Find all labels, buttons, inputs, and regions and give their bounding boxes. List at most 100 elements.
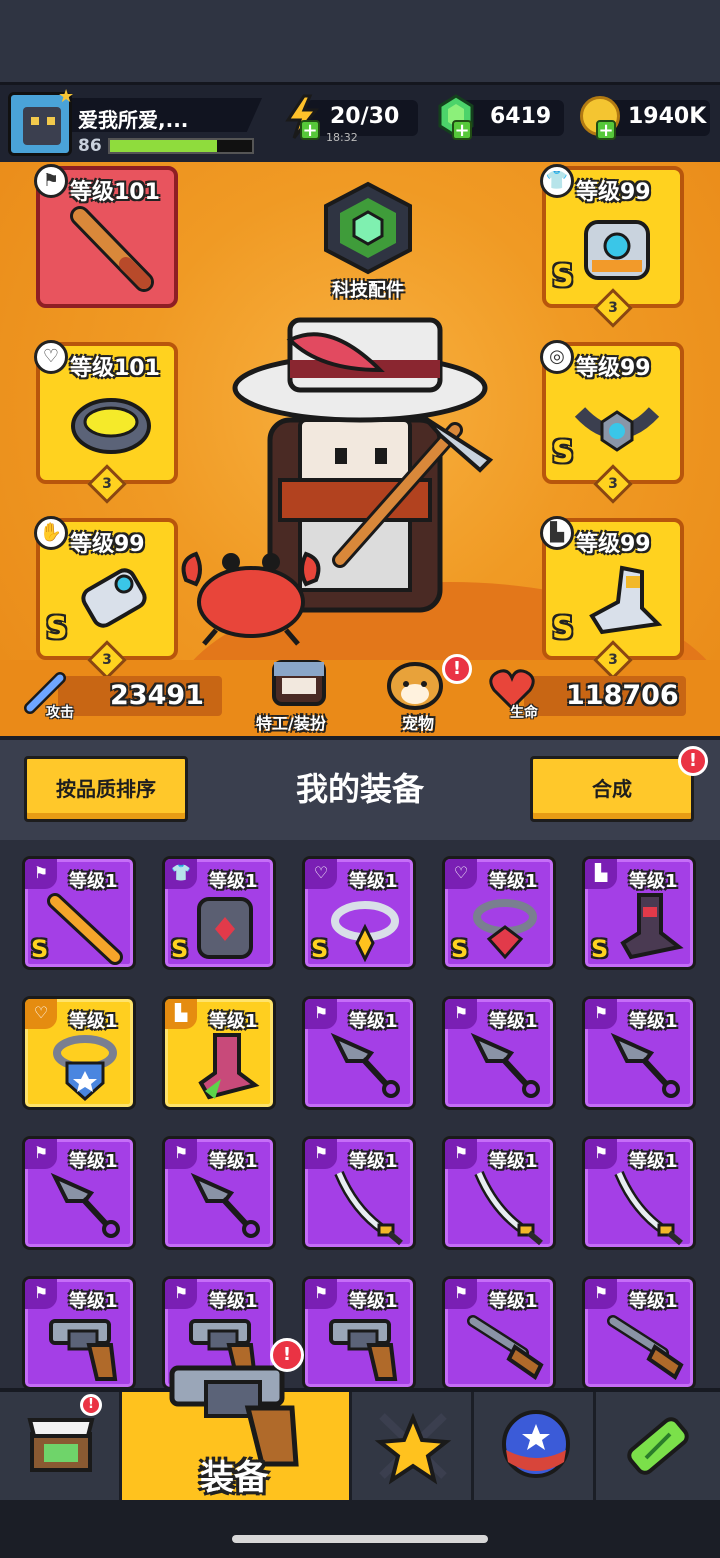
coin-plus-icon[interactable]: + xyxy=(596,120,616,140)
gem-plus-icon[interactable]: + xyxy=(452,120,472,140)
home-indicator[interactable] xyxy=(232,1535,488,1543)
bat-icon xyxy=(70,206,154,292)
slot-level: 等级99 xyxy=(576,180,651,205)
necklace-shield-icon xyxy=(53,1035,117,1102)
item-type-icon: 👕 xyxy=(165,859,197,889)
item-type-icon: ♡ xyxy=(25,999,57,1029)
item-type-icon: ⚑ xyxy=(305,1279,337,1309)
necklace-icon xyxy=(331,901,399,963)
inventory-item-katana[interactable]: ⚑ 等级1 xyxy=(302,1136,416,1250)
belt-type-icon: ◎ xyxy=(540,340,574,374)
inventory-item-shotgun[interactable]: ⚑ 等级1 xyxy=(442,1276,556,1390)
tech-parts-label: 科技配件 xyxy=(332,280,404,301)
inventory-item-kunai[interactable]: ⚑ 等级1 xyxy=(582,996,696,1110)
item-type-icon: ⚑ xyxy=(585,1279,617,1309)
equipment-alert-badge: ! xyxy=(270,1338,304,1372)
grade-s: S xyxy=(171,935,189,963)
necklace-type-icon: ♡ xyxy=(34,340,68,374)
player-name: 爱我所爱,... xyxy=(78,108,189,132)
item-type-icon: ⚑ xyxy=(445,1279,477,1309)
kunai-icon xyxy=(470,1032,540,1098)
nav-equipment-label: 装备 xyxy=(200,1458,268,1498)
avatar-eye xyxy=(47,117,55,125)
slot-level: 等级101 xyxy=(70,356,160,381)
home-bar xyxy=(0,1500,720,1558)
item-type-icon: ⚑ xyxy=(165,1139,197,1169)
slot-boots[interactable]: ▙ 等级99 S 3 xyxy=(540,516,684,680)
inventory-item-boots[interactable]: ▙ 等级1 S xyxy=(582,856,696,970)
inventory-item-kunai[interactable]: ⚑ 等级1 xyxy=(22,1136,136,1250)
inventory-item-revolver[interactable]: ⚑ 等级1 xyxy=(22,1276,136,1390)
kunai-icon xyxy=(330,1032,400,1098)
hp-value: 118706 xyxy=(566,680,679,711)
inventory-item-katana[interactable]: ⚑ 等级1 xyxy=(442,1136,556,1250)
inventory-item-chain[interactable]: ♡ 等级1 S xyxy=(442,856,556,970)
slot-level: 等级101 xyxy=(70,180,160,205)
slot-armor[interactable]: 👕 等级99 S 3 xyxy=(540,164,684,328)
grade-s: S xyxy=(31,935,49,963)
nav-ball[interactable] xyxy=(474,1392,596,1500)
sort-by-quality-button[interactable]: 按品质排序 xyxy=(24,756,188,822)
energy-plus-icon[interactable]: + xyxy=(300,120,320,140)
armor-icon xyxy=(197,897,253,959)
slot-gloves[interactable]: ✋ 等级99 S 3 xyxy=(34,516,178,680)
shop-icon xyxy=(27,1418,95,1472)
shotgun-icon xyxy=(467,1315,544,1380)
item-type-icon: ⚑ xyxy=(25,859,57,889)
grade-s: S xyxy=(552,259,574,294)
slot-belt[interactable]: ◎ 等级99 S 3 xyxy=(540,340,684,504)
item-type-icon: ⚑ xyxy=(445,999,477,1029)
agent-label: 特工/装扮 xyxy=(256,714,326,733)
grade-s: S xyxy=(311,935,329,963)
kunai-icon xyxy=(610,1032,680,1098)
inventory-item-kunai[interactable]: ⚑ 等级1 xyxy=(162,1136,276,1250)
star-ball-icon xyxy=(502,1410,570,1478)
xp-fill xyxy=(110,140,217,152)
inventory-item-katana[interactable]: ⚑ 等级1 xyxy=(582,1136,696,1250)
slot-necklace[interactable]: ♡ 等级101 3 xyxy=(34,340,178,504)
katana-icon xyxy=(614,1171,683,1246)
inventory-item-kunai[interactable]: ⚑ 等级1 xyxy=(442,996,556,1110)
attack-label: 攻击 xyxy=(46,705,74,721)
item-type-icon: ⚑ xyxy=(585,999,617,1029)
kunai-icon xyxy=(190,1172,260,1238)
grade-s: S xyxy=(552,435,574,470)
status-area xyxy=(0,0,720,82)
nav-talent[interactable] xyxy=(352,1392,474,1500)
inventory-item-shotgun[interactable]: ⚑ 等级1 xyxy=(582,1276,696,1390)
agent-icon[interactable] xyxy=(268,656,330,708)
kunai-icon xyxy=(50,1172,120,1238)
avatar-face xyxy=(23,107,61,145)
slot-level: 等级99 xyxy=(70,532,145,557)
katana-icon xyxy=(334,1171,403,1246)
merge-button[interactable]: 合成 xyxy=(530,756,694,822)
inventory-item-necklace-shield[interactable]: ♡ 等级1 xyxy=(22,996,136,1110)
item-type-icon: ⚑ xyxy=(585,1139,617,1169)
inventory-item-revolver[interactable]: ⚑ 等级1 xyxy=(302,1276,416,1390)
hp-label: 生命 xyxy=(510,705,538,721)
crab-pet[interactable] xyxy=(176,540,326,650)
inventory-item-armor[interactable]: 👕 等级1 S xyxy=(162,856,276,970)
nav-shop[interactable] xyxy=(0,1392,122,1500)
slot-weapon[interactable]: ⚑ 等级101 xyxy=(34,164,178,308)
inventory-item-boots-green[interactable]: ▙ 等级1 xyxy=(162,996,276,1110)
xp-bar xyxy=(108,138,254,154)
gauntlet-icon xyxy=(81,568,147,628)
inventory-item-kunai[interactable]: ⚑ 等级1 xyxy=(302,996,416,1110)
dog-pet-icon[interactable] xyxy=(384,656,446,710)
item-type-icon: ⚑ xyxy=(305,1139,337,1169)
gloves-type-icon: ✋ xyxy=(34,516,68,550)
attack-value: 23491 xyxy=(110,680,204,711)
gem-value: 6419 xyxy=(490,104,552,129)
inventory-item-sword[interactable]: ⚑ 等级1 S xyxy=(22,856,136,970)
slot-level: 等级99 xyxy=(576,532,651,557)
inventory-item-necklace[interactable]: ♡ 等级1 S xyxy=(302,856,416,970)
grade-s: S xyxy=(552,611,574,646)
item-type-icon: ⚑ xyxy=(25,1279,57,1309)
star-swords-icon xyxy=(374,1412,452,1485)
tech-parts-icon[interactable] xyxy=(318,180,418,276)
coin-value: 1940K xyxy=(628,104,707,129)
katana-icon xyxy=(474,1171,543,1246)
nav-gene[interactable] xyxy=(596,1392,720,1500)
energy-value: 20/30 xyxy=(330,104,400,129)
